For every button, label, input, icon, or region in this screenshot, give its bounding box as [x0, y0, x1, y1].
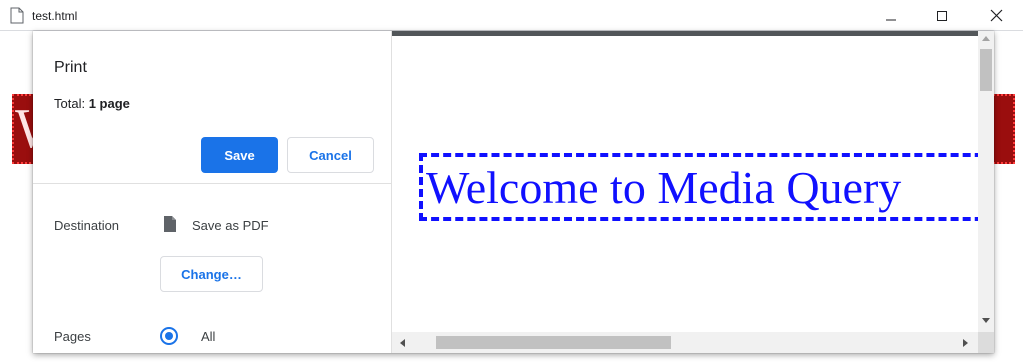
scroll-up-arrow-icon[interactable] — [982, 35, 990, 41]
vertical-scrollbar[interactable] — [978, 31, 994, 332]
change-destination-button[interactable]: Change… — [160, 256, 263, 292]
scroll-left-arrow-icon[interactable] — [399, 339, 405, 347]
close-icon[interactable] — [973, 0, 1019, 31]
radio-selected-dot — [165, 332, 173, 340]
pages-all-radio[interactable] — [160, 327, 178, 345]
save-button[interactable]: Save — [201, 137, 278, 173]
print-settings-panel: Print Total: 1 page Save Cancel Destinat… — [33, 31, 392, 353]
horizontal-scroll-thumb[interactable] — [436, 336, 671, 349]
cancel-button[interactable]: Cancel — [287, 137, 374, 173]
print-preview: Welcome to Media Query — [392, 31, 994, 353]
total-value: 1 page — [88, 96, 130, 111]
minimize-icon[interactable] — [868, 0, 914, 31]
print-dialog: Print Total: 1 page Save Cancel Destinat… — [33, 31, 994, 353]
maximize-icon[interactable] — [919, 0, 965, 31]
window-titlebar: test.html — [0, 0, 1023, 31]
horizontal-scrollbar[interactable] — [392, 332, 978, 353]
pages-all-label[interactable]: All — [201, 329, 215, 344]
pdf-file-icon — [163, 215, 177, 233]
scroll-right-arrow-icon[interactable] — [963, 339, 969, 347]
scroll-down-arrow-icon[interactable] — [982, 318, 990, 324]
scrollbar-corner — [978, 332, 994, 353]
file-icon — [10, 7, 24, 24]
vertical-scroll-thumb[interactable] — [980, 49, 992, 91]
preview-heading: Welcome to Media Query — [426, 162, 902, 213]
destination-value[interactable]: Save as PDF — [192, 218, 269, 233]
pages-label: Pages — [54, 329, 91, 344]
dialog-title: Print — [54, 59, 87, 76]
preview-page: Welcome to Media Query — [392, 36, 978, 332]
destination-label: Destination — [54, 218, 120, 233]
page-total: Total: 1 page — [54, 96, 130, 111]
window-title: test.html — [32, 9, 78, 23]
divider — [33, 183, 392, 184]
total-label: Total: — [54, 96, 86, 111]
